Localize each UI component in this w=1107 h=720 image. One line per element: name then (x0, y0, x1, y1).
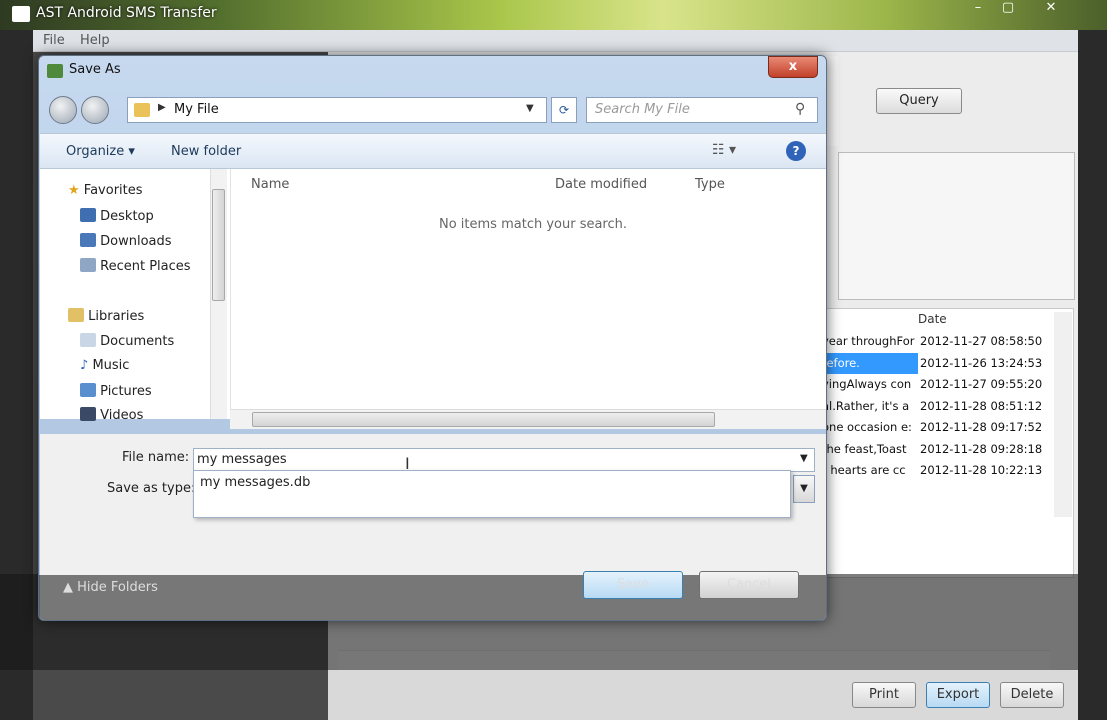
empty-message: No items match your search. (439, 217, 628, 232)
autocomplete-item[interactable]: my messages.db (200, 475, 310, 490)
nav-videos[interactable]: Videos (80, 407, 143, 423)
save-button[interactable]: Save (583, 571, 683, 599)
chevron-up-icon: ▲ (63, 580, 73, 595)
maximize-button[interactable]: ▢ (993, 0, 1023, 18)
videos-icon (80, 407, 96, 421)
music-icon: ♪ (80, 358, 89, 373)
table-row[interactable]: yingAlways con 2012-11-27 09:55:20 (822, 374, 1054, 395)
message-text: the feast,Toast (822, 441, 907, 456)
dialog-toolbar: Organize ▾ New folder ☷ ▾ ? (40, 133, 826, 169)
breadcrumb-arrow-icon[interactable]: ▶ (158, 102, 166, 113)
search-placeholder: Search My File (595, 102, 690, 117)
app-menubar: File Help (33, 30, 1078, 52)
file-name-input[interactable]: my messages ▼ (193, 448, 815, 472)
save-as-type-dropdown[interactable]: ▼ (793, 475, 815, 503)
table-row[interactable]: one occasion e: 2012-11-28 09:17:52 (822, 417, 1054, 438)
close-app-button[interactable]: ✕ (1036, 0, 1066, 18)
file-name-dropdown-icon[interactable]: ▼ (800, 453, 808, 464)
views-icon[interactable]: ☷ ▾ (712, 142, 736, 158)
file-name-value: my messages (197, 452, 287, 467)
message-text: one occasion e: (822, 420, 912, 434)
refresh-button[interactable]: ⟳ (551, 97, 577, 123)
table-row[interactable]: al.Rather, it's a 2012-11-28 08:51:12 (822, 396, 1054, 417)
table-row[interactable]: refore. 2012-11-26 13:24:53 (822, 352, 1054, 374)
folder-icon (134, 103, 150, 117)
message-text: r hearts are cc (822, 463, 906, 477)
message-text: yingAlways con (822, 377, 912, 391)
column-type[interactable]: Type (695, 177, 725, 192)
back-button[interactable] (49, 96, 77, 124)
downloads-icon (80, 233, 96, 247)
navigation-pane: ★ Favorites Desktop Downloads Recent Pla… (40, 169, 230, 423)
message-text: refore. (822, 352, 918, 374)
pictures-icon (80, 383, 96, 397)
nav-music[interactable]: ♪ Music (80, 358, 129, 373)
print-button[interactable]: Print (852, 682, 916, 708)
app-title: AST Android SMS Transfer (36, 5, 217, 21)
message-date: 2012-11-28 09:28:18 (920, 441, 1043, 456)
message-text: al.Rather, it's a (822, 398, 910, 413)
save-as-type-label: Save as type: (107, 481, 196, 496)
nav-recent-places[interactable]: Recent Places (80, 258, 191, 274)
nav-libraries[interactable]: Libraries (68, 308, 144, 324)
export-button[interactable]: Export (926, 682, 990, 708)
nav-documents[interactable]: Documents (80, 333, 174, 349)
message-date: 2012-11-28 08:51:12 (920, 398, 1043, 413)
file-name-label: File name: (122, 450, 190, 465)
dialog-title: Save As (69, 62, 121, 77)
star-icon: ★ (68, 183, 80, 198)
refresh-icon: ⟳ (558, 103, 570, 117)
upper-panel (838, 152, 1075, 300)
nav-pictures[interactable]: Pictures (80, 383, 152, 399)
menu-help[interactable]: Help (80, 33, 110, 48)
breadcrumb-my-file[interactable]: My File (174, 102, 219, 117)
message-text: year throughFor (822, 334, 915, 348)
search-input[interactable]: Search My File ⚲ (586, 97, 818, 123)
libraries-icon (68, 308, 84, 322)
new-folder-button[interactable]: New folder (171, 144, 241, 159)
message-date: 2012-11-27 08:58:50 (920, 334, 1043, 348)
save-as-dialog: Save As x ▶ My File ▼ ⟳ Search My File ⚲… (38, 55, 827, 621)
address-bar[interactable]: ▶ My File ▼ (127, 97, 547, 123)
organize-button[interactable]: Organize ▾ (66, 144, 135, 159)
app-titlebar: AST Android SMS Transfer – ▢ ✕ (0, 0, 1107, 30)
message-date: 2012-11-26 13:24:53 (920, 355, 1043, 370)
file-list: Name Date modified Type No items match y… (230, 169, 826, 419)
nav-favorites[interactable]: ★ Favorites (68, 183, 143, 198)
table-row[interactable]: year throughFor 2012-11-27 08:58:50 (822, 331, 1054, 352)
search-icon[interactable]: ⚲ (795, 101, 805, 117)
save-as-icon (47, 64, 63, 78)
forward-button[interactable] (81, 96, 109, 124)
hide-folders-toggle[interactable]: ▲ Hide Folders (63, 580, 158, 595)
text-cursor-icon: I (405, 454, 410, 473)
table-row[interactable]: the feast,Toast 2012-11-28 09:28:18 (822, 439, 1054, 460)
chevron-down-icon[interactable]: ▼ (526, 103, 534, 114)
menu-file[interactable]: File (43, 33, 65, 48)
column-name[interactable]: Name (251, 177, 289, 192)
nav-scroll-thumb[interactable] (212, 189, 225, 301)
query-button[interactable]: Query (876, 88, 962, 114)
nav-downloads[interactable]: Downloads (80, 233, 172, 249)
help-icon[interactable]: ? (786, 141, 806, 161)
message-date: 2012-11-28 09:17:52 (920, 420, 1043, 434)
date-column-header[interactable]: Date (918, 312, 947, 326)
table-row[interactable]: r hearts are cc 2012-11-28 10:22:13 (822, 460, 1054, 481)
recent-places-icon (80, 258, 96, 272)
delete-button[interactable]: Delete (1000, 682, 1064, 708)
app-icon (12, 6, 30, 22)
message-date: 2012-11-27 09:55:20 (920, 377, 1043, 391)
cancel-button[interactable]: Cancel (699, 571, 799, 599)
documents-icon (80, 333, 96, 347)
column-date-modified[interactable]: Date modified (555, 177, 647, 192)
message-date: 2012-11-28 10:22:13 (920, 463, 1043, 477)
dialog-close-button[interactable]: x (768, 56, 818, 78)
messages-scrollbar[interactable] (1054, 312, 1072, 517)
minimize-button[interactable]: – (963, 0, 993, 18)
file-list-scroll-thumb[interactable] (252, 412, 715, 427)
desktop-icon (80, 208, 96, 222)
autocomplete-list: my messages.db (193, 470, 791, 518)
nav-desktop[interactable]: Desktop (80, 208, 154, 224)
